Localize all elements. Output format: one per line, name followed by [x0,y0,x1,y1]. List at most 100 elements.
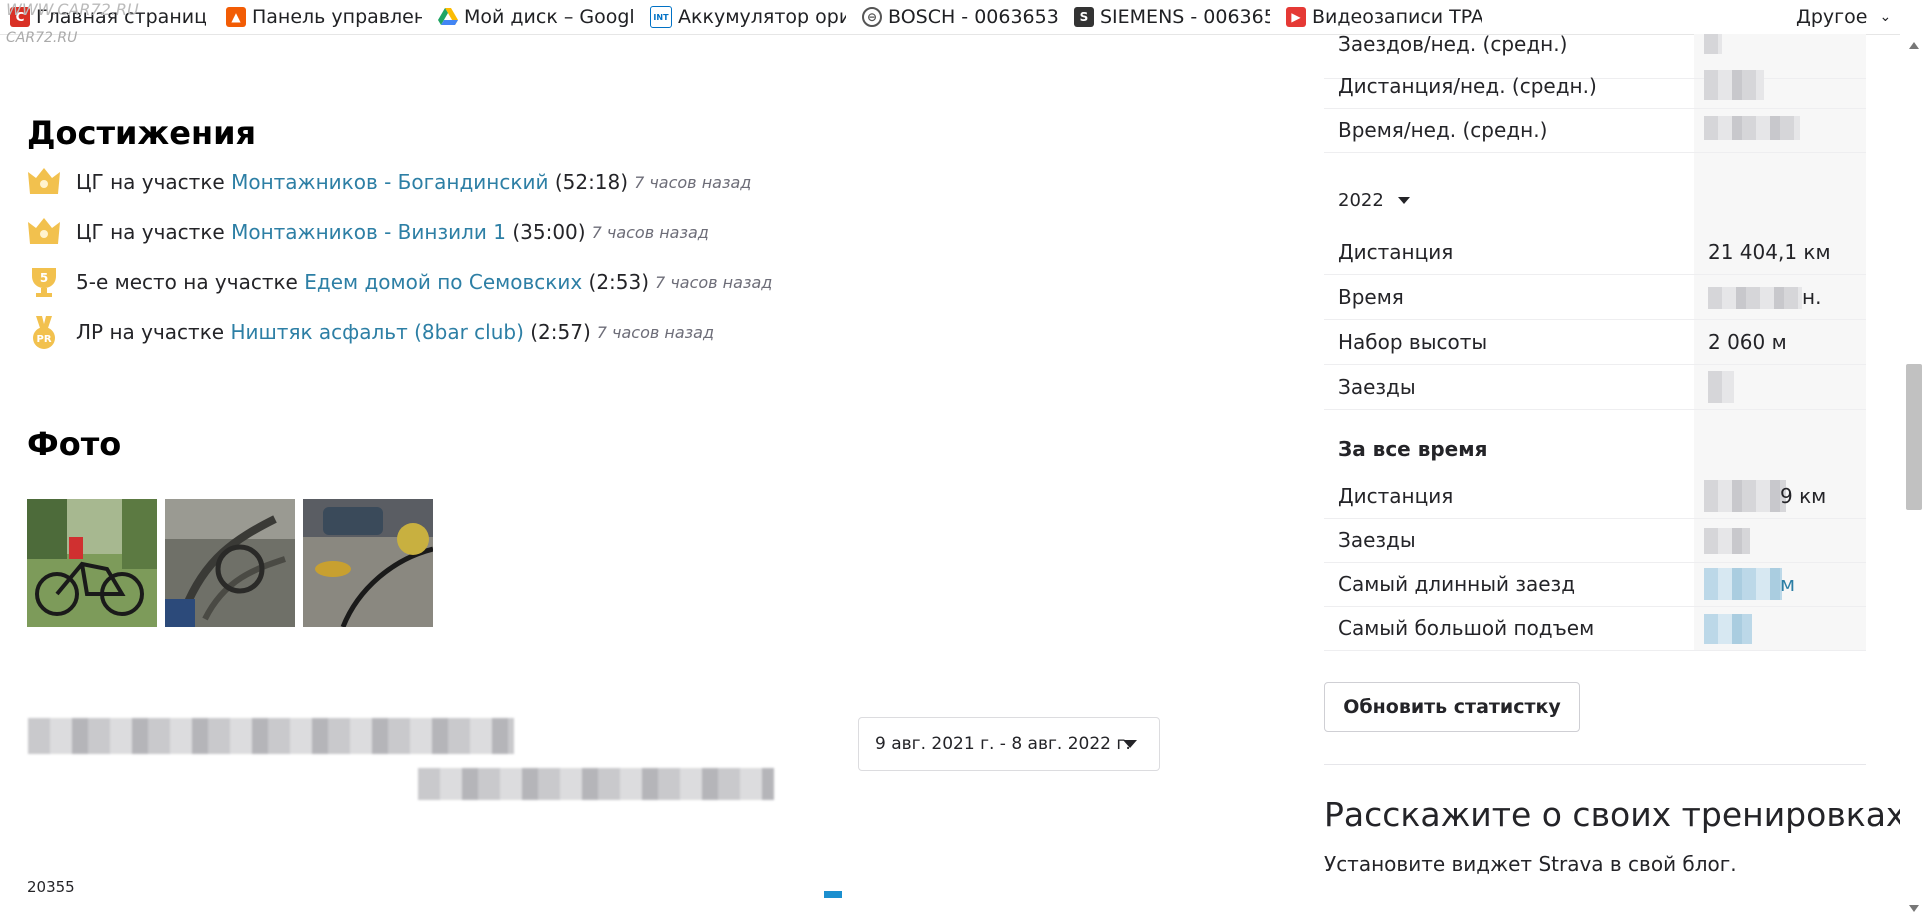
intel-foto-icon: INT [650,6,672,28]
segment-link[interactable]: Ништяк асфальт (8bar club) [230,320,523,344]
bookmark-other-label: Другое [1796,6,1868,28]
bookmark-label: SIEMENS - 006365 [1100,6,1270,28]
trophy-5-icon: 5 [32,268,56,297]
refresh-stats-button[interactable]: Обновить статистку [1324,682,1580,732]
achievement-time: 7 часов назад [591,222,709,242]
crown-icon [28,218,60,244]
bookmark-label: Аккумулятор ори [678,6,846,28]
achievement-prefix: ЦГ на участке [76,170,225,194]
bookmark-label: BOSCH - 0063653 [888,6,1058,28]
video-icon: ▶ [1286,7,1306,27]
achievements-title: Достижения [27,114,257,152]
bosch-icon: ⊖ [862,7,882,27]
scrollbar[interactable] [1900,34,1929,920]
stats-row: Время/нед. (средн.) [1324,108,1866,153]
achievement-prefix: ЦГ на участке [76,220,225,244]
achievement-prefix: 5-е место на участке [76,270,298,294]
segment-link[interactable]: Едем домой по Семовских [304,270,582,294]
achievement-item: 5 5-е место на участке Едем домой по Сем… [26,264,772,300]
obscured-value [1704,480,1786,512]
bookmark-siemens[interactable]: S SIEMENS - 006365 [1074,5,1270,29]
obscured-value [1704,34,1722,54]
bookmark-google-drive[interactable]: Мой диск – Googl [438,5,634,29]
photo-thumbnail[interactable] [165,499,295,627]
bookmark-video[interactable]: ▶ Видеозаписи TPA [1286,5,1482,29]
svg-text:PR: PR [36,334,51,345]
year-label: 2022 [1338,190,1384,211]
caret-down-icon [1123,740,1137,748]
watermark: WWW.CAR72.RU [6,0,139,19]
alltime-title: За все время [1338,437,1488,461]
scroll-down-arrow-icon[interactable] [1909,905,1919,912]
watermark: CAR72.RU [6,30,78,46]
stats-row: Заезды [1324,518,1866,563]
caret-down-icon [1397,197,1410,204]
stats-row: Самый длинный заезд м [1324,562,1866,607]
scroll-up-arrow-icon[interactable] [1909,42,1919,49]
segment-link[interactable]: Монтажников - Богандинский [231,170,548,194]
chart-indicator [824,891,842,898]
bookmark-label: Мой диск – Googl [464,6,634,28]
stats-label: Дистанция/нед. (средн.) [1338,74,1597,98]
stats-label: Время/нед. (средн.) [1338,118,1548,142]
stats-label: Самый длинный заезд [1338,572,1576,596]
siemens-icon: S [1074,7,1094,27]
stats-label: Дистанция [1338,484,1454,508]
achievement-item: PR ЛР на участке Ништяк асфальт (8bar cl… [26,314,714,350]
pr-medal-icon: PR [33,316,55,349]
bookmark-battery[interactable]: INT Аккумулятор ори [650,5,846,29]
obscured-value [1704,528,1750,554]
bookmark-bosch[interactable]: ⊖ BOSCH - 0063653 [862,5,1058,29]
obscured-value [1704,568,1782,600]
bookmark-label: Видеозаписи TPA [1312,6,1482,28]
chart-value-label: 20355 [27,878,75,896]
date-range-select[interactable]: 9 авг. 2021 г. - 8 авг. 2022 г. [858,717,1160,771]
stats-row: Дистанция 21 404,1 км [1324,230,1866,275]
stats-value: 9 км [1780,484,1827,508]
bookmark-other[interactable]: Другое ⌄ [1796,5,1896,29]
stats-row: Набор высоты 2 060 м [1324,320,1866,365]
stats-label: Самый большой подъем [1338,616,1595,640]
stats-row: Дистанция 9 км [1324,474,1866,519]
stats-row: Дистанция/нед. (средн.) [1324,64,1866,109]
achievement-prefix: ЛР на участке [76,320,225,344]
widget-text: Установите виджет Strava в свой блог. [1324,852,1737,876]
obscured-value [1704,116,1800,140]
obscured-value [1704,70,1764,100]
google-drive-icon [438,7,458,27]
achievement-result: (2:53) [588,270,650,294]
date-range-label: 9 авг. 2021 г. - 8 авг. 2022 г. [875,734,1131,754]
stats-row: Самый большой подъем [1324,606,1866,651]
year-select[interactable]: 2022 [1338,190,1410,211]
divider [1324,764,1866,765]
obscured-value [1708,287,1802,309]
achievement-item: ЦГ на участке Монтажников - Богандинский… [26,164,751,200]
photo-thumbnail[interactable] [27,499,157,627]
achievement-time: 7 часов назад [596,322,715,342]
photos-title: Фото [27,425,122,463]
stats-label: Заездов/нед. (средн.) [1338,32,1568,56]
obscured-value [1704,614,1752,644]
stats-label: Набор высоты [1338,330,1488,354]
crown-icon [28,168,60,194]
obscured-text [28,718,514,754]
panel-icon: ▲ [226,7,246,27]
obscured-value [1708,371,1734,403]
stats-row: Заезды [1324,365,1866,410]
achievement-result: (35:00) [512,220,586,244]
bookmark-label: Панель управлени [252,6,422,28]
stats-value: 2 060 м [1708,330,1787,354]
stats-row: Время н. [1324,275,1866,320]
achievement-result: (2:57) [530,320,591,344]
longest-ride-link[interactable]: м [1780,572,1795,596]
bookmark-panel[interactable]: ▲ Панель управлени [226,5,422,29]
scrollbar-thumb[interactable] [1906,364,1922,510]
stats-label: Заезды [1338,375,1416,399]
chevron-down-icon: ⌄ [1879,9,1892,25]
stats-label: Дистанция [1338,240,1454,264]
segment-link[interactable]: Монтажников - Винзили 1 [231,220,506,244]
achievement-item: ЦГ на участке Монтажников - Винзили 1 (3… [26,214,709,250]
stats-value: н. [1802,285,1822,309]
achievement-time: 7 часов назад [655,272,773,292]
photo-thumbnail[interactable] [303,499,434,628]
